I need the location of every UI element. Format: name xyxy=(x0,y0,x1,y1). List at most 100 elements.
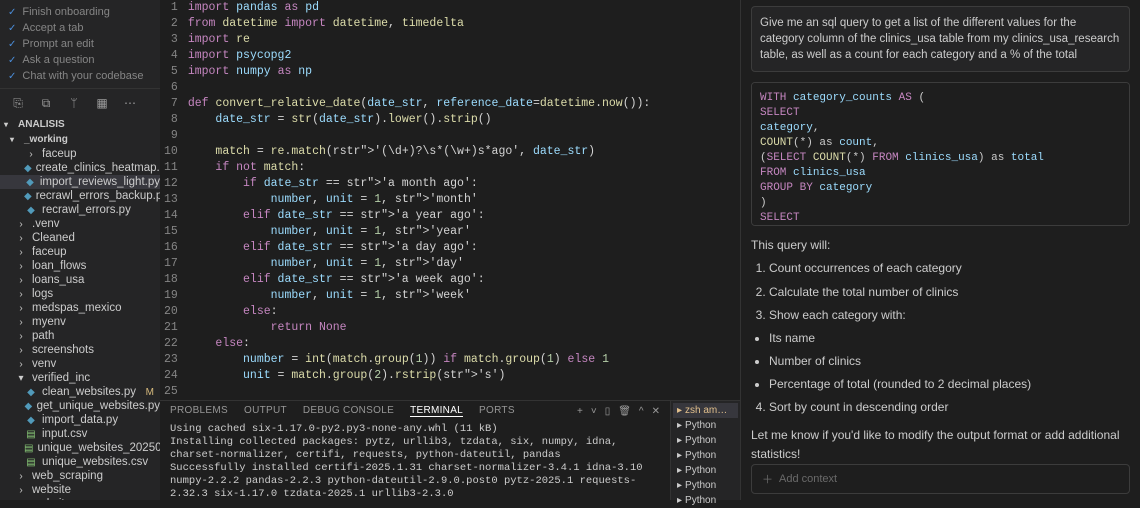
chevron-down-icon[interactable]: ˅ xyxy=(591,406,597,417)
tree-item-label: verified_inc xyxy=(32,372,90,384)
more-icon[interactable]: ⋯ xyxy=(122,95,138,111)
root-folder-label: _working xyxy=(24,134,68,145)
response-list: Count occurrences of each categoryCalcul… xyxy=(769,259,1130,325)
sidebar: ✓Finish onboarding✓Accept a tab✓Prompt a… xyxy=(0,0,160,500)
tree-folder[interactable]: ›website xyxy=(0,483,160,497)
tree-file[interactable]: ▤unique_websites.csv xyxy=(0,455,160,469)
terminal-session[interactable]: ▸Python xyxy=(673,448,738,463)
onboarding-item[interactable]: ✓Accept a tab xyxy=(8,20,152,36)
chevron-down-icon: ▾ xyxy=(10,135,20,144)
tree-item-label: faceup xyxy=(42,148,77,160)
tree-file[interactable]: ◆get_unique_websites.py xyxy=(0,399,160,413)
trash-icon[interactable]: 🗑 xyxy=(618,406,631,417)
tree-file[interactable]: ◆create_clinics_heatmap.py xyxy=(0,161,160,175)
tree-folder[interactable]: ▾verified_inc xyxy=(0,371,160,385)
onboarding-label: Accept a tab xyxy=(22,22,83,34)
terminal-tab[interactable]: TERMINAL xyxy=(410,405,463,417)
tree-file[interactable]: ◆import_data.py xyxy=(0,413,160,427)
tree-file[interactable]: ◆recrawl_errors.py xyxy=(0,203,160,217)
terminal-tab[interactable]: PROBLEMS xyxy=(170,405,228,417)
split-icon[interactable]: ▯ xyxy=(605,406,611,417)
tree-file[interactable]: ▤unique_websites_20250207_004… xyxy=(0,441,160,455)
tree-folder[interactable]: ›Cleaned xyxy=(0,231,160,245)
onboarding-item[interactable]: ✓Prompt an edit xyxy=(8,36,152,52)
tree-folder[interactable]: ›path xyxy=(0,329,160,343)
tree-folder[interactable]: ›web_scraping xyxy=(0,469,160,483)
chevron-right-icon: › xyxy=(14,471,28,482)
chevron-right-icon: › xyxy=(14,331,28,342)
onboarding-item[interactable]: ✓Chat with your codebase xyxy=(8,68,152,84)
editor-column: 1234567891011121314151617181920212223242… xyxy=(160,0,740,500)
copy-icon[interactable]: ⧉ xyxy=(38,95,54,111)
chevron-right-icon: › xyxy=(14,345,28,356)
tree-item-label: logs xyxy=(32,288,53,300)
tree-folder[interactable]: ›logs xyxy=(0,287,160,301)
tree-file[interactable]: ◆recrawl_errors_backup.py xyxy=(0,189,160,203)
code-content[interactable]: import pandas as pdfrom datetime import … xyxy=(188,0,740,400)
tree-folder[interactable]: › medspas_mexico xyxy=(0,301,160,315)
terminal-session[interactable]: ▸zsh am… xyxy=(673,403,738,418)
terminal-tab[interactable]: DEBUG CONSOLE xyxy=(303,405,394,417)
tree-file[interactable]: ◆import_reviews_light.py xyxy=(0,175,160,189)
tree-item-label: medspas_mexico xyxy=(32,302,121,314)
terminal-tab[interactable]: OUTPUT xyxy=(244,405,287,417)
maximize-icon[interactable]: ^ xyxy=(639,406,644,417)
terminal-output[interactable]: Using cached six-1.17.0-py2.py3-none-any… xyxy=(160,421,670,500)
tree-item-label: myenv xyxy=(32,316,66,328)
onboarding-item[interactable]: ✓Finish onboarding xyxy=(8,4,152,20)
sql-code-block[interactable]: WITH category_counts AS ( SELECT categor… xyxy=(751,82,1130,226)
terminal-session[interactable]: ▸Python xyxy=(673,433,738,448)
tree-folder[interactable]: › faceup xyxy=(0,147,160,161)
terminal-icon: ▸ xyxy=(677,405,682,416)
root-folder[interactable]: ▾ _working xyxy=(0,132,160,147)
new-file-icon[interactable]: ⎘ xyxy=(10,95,26,111)
chevron-right-icon: › xyxy=(14,303,28,314)
terminal-icon: ▸ xyxy=(677,435,682,446)
code-editor[interactable]: 1234567891011121314151617181920212223242… xyxy=(160,0,740,400)
onboarding-list: ✓Finish onboarding✓Accept a tab✓Prompt a… xyxy=(0,0,160,89)
explorer-section-header[interactable]: ▾ ANALISIS xyxy=(0,117,160,132)
tree-item-label: recrawl_errors_backup.py xyxy=(36,190,160,202)
tree-item-label: import_data.py xyxy=(42,414,118,426)
chevron-right-icon: › xyxy=(24,149,38,160)
chevron-right-icon: › xyxy=(14,359,28,370)
tree-item-label: .venv xyxy=(32,218,60,230)
terminal-icon: ▸ xyxy=(677,465,682,476)
file-icon: ◆ xyxy=(24,177,36,188)
onboarding-label: Ask a question xyxy=(22,54,94,66)
list-item: Count occurrences of each category xyxy=(769,259,1130,278)
tree-file[interactable]: ▤input.csv xyxy=(0,427,160,441)
add-context-input[interactable]: ＋ Add context xyxy=(751,464,1130,494)
branch-icon[interactable]: ᛘ xyxy=(66,95,82,111)
tree-folder[interactable]: ›loan_flows xyxy=(0,259,160,273)
tree-file[interactable]: ◆clean_websites.pyM xyxy=(0,385,160,399)
grid-icon[interactable]: ▦ xyxy=(94,95,110,111)
terminal-session[interactable]: ▸Python xyxy=(673,463,738,478)
modified-badge: M xyxy=(146,387,154,398)
terminal-tab[interactable]: PORTS xyxy=(479,405,515,417)
terminal-icon: ▸ xyxy=(677,450,682,461)
tree-folder[interactable]: ›loans_usa xyxy=(0,273,160,287)
close-icon[interactable]: ✕ xyxy=(652,406,660,417)
file-tree: ›faceup◆create_clinics_heatmap.py◆import… xyxy=(0,147,160,500)
bottom-panel: PROBLEMS OUTPUT DEBUG CONSOLE TERMINAL PORTS… xyxy=(160,400,740,500)
tree-folder[interactable]: › venv xyxy=(0,357,160,371)
tree-folder[interactable]: ›faceup xyxy=(0,245,160,259)
response-list-cont: Sort by count in descending order xyxy=(769,398,1130,417)
tree-folder[interactable]: ›screenshots xyxy=(0,343,160,357)
terminal-sessions: ▸zsh am…▸Python▸Python▸Python▸Python▸Pyt… xyxy=(670,401,740,500)
file-icon: ◆ xyxy=(24,401,33,412)
add-context-placeholder: Add context xyxy=(779,473,837,485)
explorer-toolbar: ⎘ ⧉ ᛘ ▦ ⋯ xyxy=(0,89,160,117)
tree-item-label: loan_flows xyxy=(32,260,86,272)
terminal-session[interactable]: ▸Python xyxy=(673,418,738,433)
tree-folder[interactable]: ›myenv xyxy=(0,315,160,329)
chat-panel: Give me an sql query to get a list of th… xyxy=(740,0,1140,500)
terminal-session[interactable]: ▸Python xyxy=(673,493,738,508)
tree-item-label: input.csv xyxy=(42,428,87,440)
onboarding-item[interactable]: ✓Ask a question xyxy=(8,52,152,68)
plus-icon[interactable]: + xyxy=(577,406,583,417)
tree-item-label: venv xyxy=(32,358,56,370)
terminal-session[interactable]: ▸Python xyxy=(673,478,738,493)
tree-folder[interactable]: ›.venv xyxy=(0,217,160,231)
